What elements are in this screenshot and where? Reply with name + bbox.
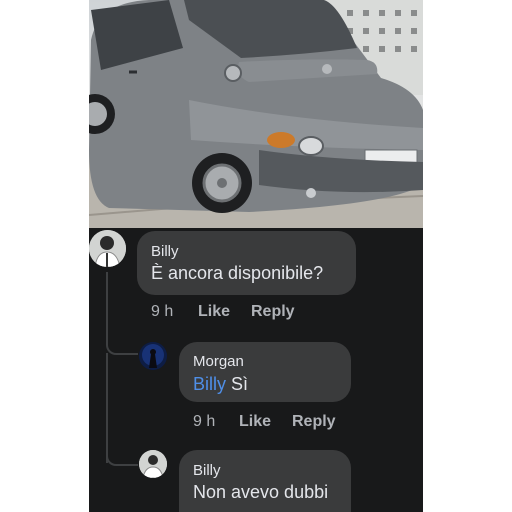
comment-thread: Billy È ancora disponibile? 9 h Like Rep…	[89, 228, 423, 512]
thread-connector	[106, 428, 138, 466]
thread-connector	[106, 272, 138, 355]
avatar[interactable]	[139, 450, 167, 478]
comment-author[interactable]: Billy	[193, 462, 221, 479]
comment-timestamp: 9 h	[193, 413, 216, 430]
comment-text-content: Sì	[231, 374, 249, 394]
mention-link[interactable]: Billy	[193, 374, 226, 394]
reply-button[interactable]: Reply	[292, 413, 336, 431]
user-avatar-icon	[89, 230, 126, 267]
reply-button[interactable]: Reply	[251, 303, 295, 321]
comment-author[interactable]: Billy	[151, 243, 179, 260]
comment-timestamp: 9 h	[151, 303, 174, 320]
comment-text: Billy Sì	[193, 374, 248, 395]
user-avatar-icon	[139, 450, 167, 478]
post-image[interactable]	[89, 0, 423, 228]
comment-text: Non avevo dubbi	[193, 482, 329, 502]
comment-author[interactable]: Morgan	[193, 353, 244, 370]
comment-text: È ancora disponibile?	[151, 263, 324, 283]
like-button[interactable]: Like	[198, 303, 230, 321]
car-photo	[89, 0, 423, 228]
user-avatar-icon	[139, 342, 167, 370]
avatar[interactable]	[89, 230, 126, 267]
like-button[interactable]: Like	[239, 413, 271, 431]
avatar[interactable]	[139, 342, 167, 370]
